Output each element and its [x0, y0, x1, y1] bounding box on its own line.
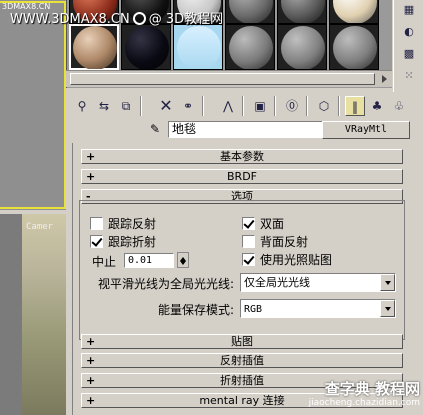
rollout-reflect-interpolation[interactable]: + 反射插值: [81, 353, 403, 368]
material-toolbar: ⚲ ⇆ ⧉ ✕ ⚭ ⋀ ▣ ⓪ ⬡ ‖ ♣ ♧: [66, 92, 423, 118]
rollout-label: mental ray 连接: [199, 394, 285, 407]
trace-reflections-label: 跟踪反射: [108, 217, 157, 231]
rollout-basic-params[interactable]: + 基本参数: [81, 149, 403, 164]
energy-mode-value: RGB: [244, 304, 263, 315]
toolbar-divider: [202, 96, 204, 116]
material-effects-channel-icon[interactable]: ⓪: [282, 96, 302, 116]
glossy-rays-value: 仅全局光光线: [244, 276, 310, 289]
scroll-right-icon[interactable]: [382, 75, 391, 83]
rollout-brdf[interactable]: + BRDF: [81, 169, 403, 184]
chevron-down-icon: [385, 281, 391, 288]
rollout-panel: + 基本参数 + BRDF - 选项 跟踪反射 双面 跟踪折射 背面反射 中止 0.0…: [72, 143, 410, 415]
material-slot[interactable]: [277, 0, 327, 24]
energy-mode-label: 能量保存模式:: [158, 303, 235, 317]
cutoff-input[interactable]: 0.01: [124, 253, 174, 268]
spin-up-icon: [180, 254, 186, 261]
watermark-title: WWW.3DMAX8.CN @ 3D教程网: [10, 8, 223, 27]
glossy-rays-label: 视平滑光线为全局光光线:: [98, 277, 235, 291]
watermark-title-text: 3D教程网: [165, 12, 224, 27]
double-sided-label: 双面: [260, 217, 285, 231]
pick-material-eyedropper-icon[interactable]: ✎: [146, 120, 164, 138]
uv-tiling-icon[interactable]: ⁙: [400, 68, 418, 84]
background-icon[interactable]: ▩: [400, 46, 418, 62]
toolbar-divider: [274, 96, 276, 116]
double-sided-checkbox[interactable]: [242, 217, 255, 230]
material-slot[interactable]: [121, 24, 171, 70]
rollout-label: 反射插值: [220, 354, 264, 367]
material-slot[interactable]: [277, 24, 327, 70]
viewport-label: Camer: [26, 222, 54, 232]
glossy-rays-select[interactable]: 仅全局光光线: [240, 273, 396, 292]
options-group: 跟踪反射 双面 跟踪折射 背面反射 中止 0.01 使用光照贴图 视平滑光线为全…: [79, 200, 405, 340]
go-forward-to-sibling-icon[interactable]: ♧: [389, 96, 409, 116]
backlight-icon[interactable]: ◐: [400, 24, 418, 40]
material-type-button[interactable]: VRayMtl: [322, 121, 410, 139]
show-map-in-viewport-icon[interactable]: ⬡: [314, 96, 334, 116]
material-slot-selected[interactable]: [69, 24, 119, 70]
side-toolbar: ▦ ◐ ▩ ⁙: [393, 0, 423, 96]
material-slot[interactable]: [173, 24, 223, 70]
toolbar-divider: [306, 96, 308, 116]
rollout-sign: +: [86, 394, 96, 407]
rollout-label: 折射插值: [220, 374, 264, 387]
go-to-parent-icon[interactable]: ♣: [367, 96, 387, 116]
show-end-result-icon[interactable]: ‖: [345, 96, 365, 116]
make-unique-icon[interactable]: ⋀: [218, 96, 238, 116]
spin-down-icon: [180, 261, 186, 268]
rollout-sign: +: [86, 374, 96, 387]
trace-reflections-checkbox[interactable]: [90, 217, 103, 230]
get-material-icon[interactable]: ⚲: [72, 96, 92, 116]
assign-to-selection-icon[interactable]: ⧉: [116, 96, 136, 116]
watermark-circle-icon: [132, 12, 146, 25]
rollout-label: 基本参数: [220, 150, 264, 163]
active-viewport-border: [0, 1, 66, 209]
viewport-camera[interactable]: Camer: [0, 214, 66, 415]
scrollbar-thumb[interactable]: [70, 73, 375, 85]
rollout-label: 贴图: [231, 335, 253, 348]
toolbar-divider: [242, 96, 244, 116]
cutoff-spinner[interactable]: [177, 252, 189, 268]
sample-type-icon[interactable]: ▦: [400, 2, 418, 18]
reflect-backside-label: 背面反射: [260, 235, 309, 249]
corner-watermark: 查字典 教程网 jiaocheng.chazidian.com: [300, 380, 420, 415]
put-to-scene-icon[interactable]: ⇆: [94, 96, 114, 116]
chevron-down-icon: [385, 307, 391, 314]
use-irradiance-map-label: 使用光照贴图: [260, 253, 333, 267]
energy-mode-select[interactable]: RGB: [240, 299, 396, 318]
slots-scrollbar[interactable]: [66, 70, 392, 87]
glossy-rays-dropdown-button[interactable]: [380, 274, 395, 291]
watermark-site: WWW.3DMAX8.CN: [10, 12, 130, 27]
corner-watermark-title: 查字典 教程网: [324, 380, 420, 398]
cutoff-label: 中止: [92, 255, 117, 269]
material-name-row: ✎ 地毯 VRayMtl: [66, 120, 423, 140]
corner-watermark-url: jiaocheng.chazidian.com: [308, 398, 420, 408]
rollout-sign: +: [86, 335, 96, 348]
material-slot[interactable]: [225, 24, 275, 70]
rollout-sign: +: [86, 170, 96, 183]
make-copy-icon[interactable]: ⚭: [178, 96, 198, 116]
trace-refractions-label: 跟踪折射: [108, 235, 157, 249]
trace-refractions-checkbox[interactable]: [90, 235, 103, 248]
watermark-sep: @: [148, 12, 162, 27]
put-to-library-icon[interactable]: ▣: [250, 96, 270, 116]
rollout-label: BRDF: [227, 170, 257, 183]
toolbar-divider: [140, 96, 142, 116]
use-irradiance-map-checkbox[interactable]: [242, 253, 255, 266]
material-slot[interactable]: [225, 0, 275, 24]
viewport-render-image: [22, 214, 66, 415]
material-slot[interactable]: [329, 0, 379, 24]
material-slot[interactable]: [329, 24, 379, 70]
energy-mode-dropdown-button[interactable]: [380, 300, 395, 317]
rollout-sign: +: [86, 354, 96, 367]
reflect-backside-checkbox[interactable]: [242, 235, 255, 248]
toolbar-divider: [338, 96, 340, 116]
viewport-top[interactable]: 3DMAX8.CN: [0, 0, 66, 210]
rollout-maps[interactable]: + 贴图: [81, 334, 403, 349]
reset-material-icon[interactable]: ✕: [156, 96, 176, 116]
rollout-sign: +: [86, 150, 96, 163]
material-name: 地毯: [172, 122, 197, 136]
